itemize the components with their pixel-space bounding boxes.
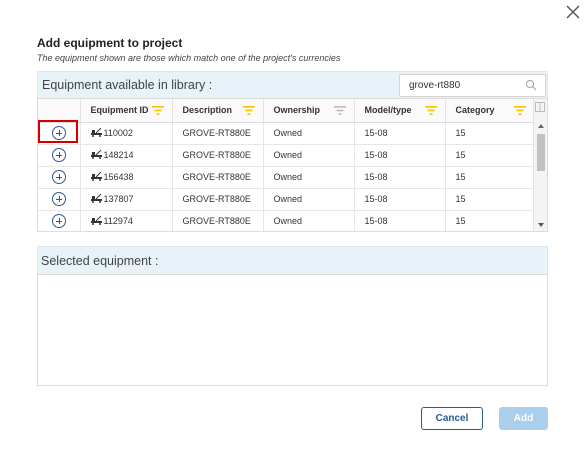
- model-cell: 15-08: [354, 210, 446, 231]
- column-header-model-type[interactable]: Model/type: [354, 99, 446, 123]
- column-label: Description: [182, 105, 233, 116]
- filter-icon[interactable]: [151, 105, 164, 116]
- add-row-button[interactable]: [51, 214, 66, 228]
- filter-icon[interactable]: [242, 105, 255, 116]
- category-cell: 15: [445, 210, 535, 231]
- library-panel-header: Equipment available in library : grove-r…: [37, 71, 548, 98]
- table-row: 148214 GROVE-RT880E Owned 15-08 15: [38, 144, 535, 167]
- ownership-cell: Owned: [263, 122, 355, 145]
- model-cell: 15-08: [354, 144, 446, 167]
- model-cell: 15-08: [354, 122, 446, 145]
- column-label: Ownership: [273, 105, 321, 116]
- selected-header-label: Selected equipment :: [41, 254, 159, 268]
- ownership-cell: Owned: [263, 144, 355, 167]
- equipment-icon: [90, 150, 102, 159]
- ownership-cell: Owned: [263, 188, 355, 211]
- equipment-id: 156438: [103, 172, 134, 182]
- add-row-button[interactable]: [51, 126, 66, 140]
- library-header-label: Equipment available in library :: [42, 78, 213, 92]
- equipment-icon: [90, 128, 102, 137]
- description-cell: GROVE-RT880E: [172, 144, 264, 167]
- search-input[interactable]: grove-rt880: [399, 74, 546, 97]
- add-row-button[interactable]: [51, 170, 66, 184]
- add-row-button[interactable]: [51, 148, 66, 162]
- model-cell: 15-08: [354, 166, 446, 189]
- filter-icon[interactable]: [333, 105, 346, 116]
- description-cell: GROVE-RT880E: [172, 188, 264, 211]
- table-row: 112974 GROVE-RT880E Owned 15-08 15: [38, 210, 535, 231]
- description-cell: GROVE-RT880E: [172, 210, 264, 231]
- column-header-ownership[interactable]: Ownership: [263, 99, 355, 123]
- description-cell: GROVE-RT880E: [172, 166, 264, 189]
- equipment-icon: [90, 216, 102, 225]
- add-button[interactable]: Add: [499, 407, 548, 430]
- add-column-header: [38, 99, 81, 123]
- category-cell: 15: [445, 144, 535, 167]
- table-row: 110002 GROVE-RT880E Owned 15-08 15: [38, 122, 535, 145]
- search-input-value: grove-rt880: [409, 80, 461, 91]
- equipment-id: 137807: [103, 194, 134, 204]
- table-row: 137807 GROVE-RT880E Owned 15-08 15: [38, 188, 535, 211]
- equipment-id: 148214: [103, 150, 134, 160]
- cancel-button[interactable]: Cancel: [421, 407, 483, 430]
- filter-icon[interactable]: [424, 105, 437, 116]
- scroll-up-icon[interactable]: [538, 124, 544, 128]
- close-icon[interactable]: [563, 2, 583, 22]
- equipment-id: 112974: [103, 216, 133, 226]
- equipment-table: Equipment ID Description Ownership Model…: [37, 98, 548, 232]
- column-header-equipment-id[interactable]: Equipment ID: [80, 99, 173, 123]
- equipment-icon: [90, 194, 102, 203]
- dialog-title: Add equipment to project: [37, 36, 183, 50]
- search-icon[interactable]: [525, 79, 537, 91]
- category-cell: 15: [445, 188, 535, 211]
- equipment-icon: [90, 172, 102, 181]
- ownership-cell: Owned: [263, 210, 355, 231]
- selected-equipment-list: [37, 274, 548, 386]
- scroll-thumb[interactable]: [537, 134, 545, 171]
- category-cell: 15: [445, 166, 535, 189]
- table-header-row: Equipment ID Description Ownership Model…: [38, 99, 535, 123]
- column-header-category[interactable]: Category: [445, 99, 535, 123]
- equipment-id: 110002: [103, 128, 133, 138]
- table-scrollbar[interactable]: [533, 99, 547, 231]
- selected-panel-header: Selected equipment :: [37, 246, 548, 274]
- add-row-button[interactable]: [51, 192, 66, 206]
- dialog-subtitle: The equipment shown are those which matc…: [37, 53, 341, 63]
- table-row: 156438 GROVE-RT880E Owned 15-08 15: [38, 166, 535, 189]
- column-chooser-icon[interactable]: [535, 102, 545, 112]
- column-label: Category: [455, 105, 495, 116]
- column-header-description[interactable]: Description: [172, 99, 264, 123]
- column-label: Model/type: [364, 105, 412, 116]
- column-label: Equipment ID: [90, 105, 149, 116]
- filter-icon[interactable]: [513, 105, 526, 116]
- ownership-cell: Owned: [263, 166, 355, 189]
- scroll-down-icon[interactable]: [538, 223, 544, 227]
- description-cell: GROVE-RT880E: [172, 122, 264, 145]
- model-cell: 15-08: [354, 188, 446, 211]
- category-cell: 15: [445, 122, 535, 145]
